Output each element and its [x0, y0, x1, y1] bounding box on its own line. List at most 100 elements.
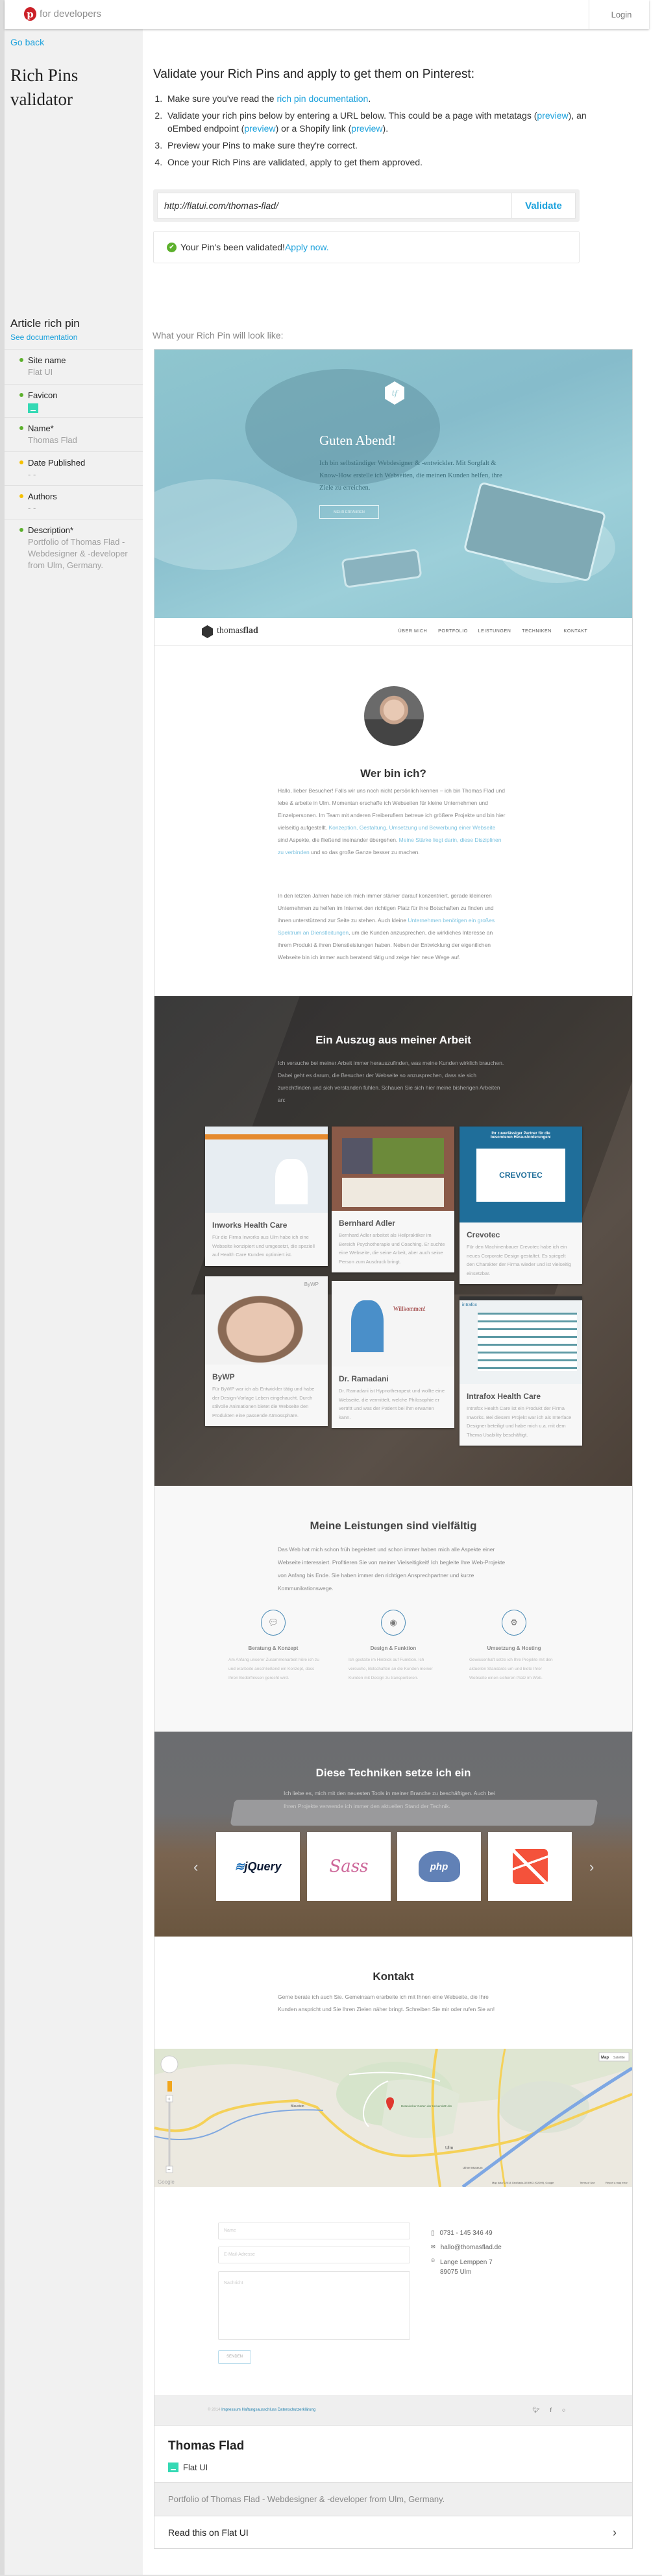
- url-input[interactable]: [157, 193, 511, 219]
- field-name: Name* Thomas Flad: [5, 417, 143, 451]
- card-title: Dr. Ramadani: [339, 1374, 389, 1383]
- preview-about: Wer bin ich? Hallo, lieber Besucher! Fal…: [154, 646, 632, 996]
- phone-shape: [341, 548, 423, 589]
- portfolio-thumbnail: Willkommen!: [332, 1281, 454, 1366]
- rich-pin-documentation-link[interactable]: rich pin documentation: [276, 93, 368, 104]
- eye-icon: ◉: [381, 1610, 406, 1636]
- main-heading: Validate your Rich Pins and apply to get…: [153, 67, 474, 81]
- tablet-shape: [463, 481, 607, 582]
- twitter-icon: 🐦︎: [532, 2407, 540, 2413]
- about-title: Wer bin ich?: [360, 767, 426, 780]
- card-title: Crevotec: [467, 1230, 500, 1239]
- footer-link: Impressum: [221, 2408, 241, 2412]
- thumb-text: Willkommen!: [393, 1306, 426, 1312]
- preview-hero: tf Guten Abend! Ich bin selbständiger We…: [154, 350, 632, 618]
- svg-text:+: +: [167, 2096, 171, 2102]
- card-text: Dr. Ramadani ist Hypnotherapeut und woll…: [339, 1388, 445, 1420]
- service-title: Beratung & Konzept: [248, 1645, 299, 1651]
- pinterest-developers-logo[interactable]: p for developers: [24, 7, 101, 21]
- logo-text: php: [418, 1851, 460, 1882]
- hero-title: Guten Abend!: [319, 433, 397, 448]
- email-text: hallo@thomasflad.de: [440, 2244, 502, 2251]
- portfolio-text: Ich versuche bei meiner Arbeit immer her…: [278, 1060, 504, 1103]
- name-field: Name: [218, 2223, 410, 2239]
- preview-nav-item: TECHNIKEN: [522, 629, 552, 634]
- preview-nav-item: ÜBER MICH: [398, 629, 428, 634]
- footer-link: Haftungsausschluss: [241, 2408, 277, 2412]
- field-value: Thomas Flad: [28, 435, 77, 445]
- oembed-preview-link[interactable]: preview: [244, 123, 275, 134]
- portfolio-thumbnail: Ihr zuverlässiger Partner für die besond…: [460, 1127, 582, 1222]
- field-authors: Authors - -: [5, 485, 143, 519]
- portfolio-card: intrafox Intrafox Health Care Intrafox Hea…: [460, 1296, 582, 1446]
- field-label: Date Published: [28, 458, 86, 468]
- carousel-next-icon: ›: [589, 1859, 595, 1875]
- login-button[interactable]: Login: [589, 0, 654, 29]
- pin-preview-image: tf Guten Abend! Ich bin selbständiger We…: [154, 349, 633, 2426]
- about-paragraph: In den letzten Jahren habe ich mich imme…: [278, 890, 506, 964]
- step-text: ) or a Shopify link (: [275, 123, 352, 134]
- street-view-icon: [167, 2081, 172, 2092]
- metatags-preview-link[interactable]: preview: [537, 110, 568, 121]
- step-text: Validate your rich pins below by enterin…: [167, 110, 537, 121]
- step-3: Preview your Pins to make sure they're c…: [165, 139, 587, 152]
- see-documentation-link[interactable]: See documentation: [10, 333, 77, 342]
- field-label: Favicon: [28, 390, 58, 400]
- field-value: Portfolio of Thomas Flad - Webdesigner &…: [28, 537, 128, 570]
- map-report: Report a map error: [606, 2181, 628, 2184]
- portfolio-thumbnail: intrafox: [460, 1296, 582, 1384]
- card-title: Inworks Health Care: [212, 1221, 288, 1230]
- shopify-preview-link[interactable]: preview: [351, 123, 382, 134]
- tf-logo-icon: [202, 625, 213, 638]
- map-label: Ulmer Museum: [463, 2166, 483, 2169]
- portfolio-title: Ein Auszug aus meiner Arbeit: [315, 1034, 471, 1046]
- footer-link: Datenschutzerklärung: [277, 2408, 316, 2412]
- send-button: SENDEN: [218, 2350, 251, 2364]
- portfolio-card: ByWP ByWP Für ByWP war ich als Entwickler …: [205, 1276, 328, 1426]
- field-site-name: Site name Flat UI: [5, 349, 143, 383]
- steps-list: Make sure you've read the rich pin docum…: [165, 92, 587, 173]
- validation-success-message: ✔ Your Pin's been validated! Apply now.: [153, 231, 580, 263]
- portfolio-card: Ihr zuverlässiger Partner für die besond…: [460, 1127, 582, 1284]
- email-info: ✉ hallo@thomasflad.de: [431, 2244, 502, 2251]
- status-dot-icon: [19, 393, 23, 397]
- preview-nav-item: LEISTUNGEN: [478, 629, 511, 634]
- service-text: Am Anfang unserer Zusammenarbeit höre ic…: [228, 1658, 319, 1680]
- step-text: Make sure you've read the: [167, 93, 277, 104]
- map-pan-control: [160, 2055, 178, 2073]
- card-text: Bernhard Adler arbeitet als Heilpraktike…: [339, 1232, 445, 1265]
- card-title: ByWP: [212, 1372, 235, 1381]
- favicon-icon: [168, 2463, 178, 2472]
- card-text: Intrafox Health Care ist ein Produkt der…: [467, 1405, 572, 1438]
- logo-text: Sass: [329, 1857, 369, 1876]
- page-edge: [0, 0, 5, 2576]
- go-back-link[interactable]: Go back: [10, 37, 44, 47]
- status-dot-icon: [19, 426, 23, 430]
- portfolio-thumbnail: [205, 1127, 328, 1213]
- gear-icon: ⚙: [502, 1610, 526, 1636]
- validate-button[interactable]: Validate: [511, 193, 576, 219]
- card-text: Für die Firma Inworks aus Ulm habe ich e…: [212, 1234, 315, 1258]
- preview-techniques: Diese Techniken setze ich ein Ich liebe …: [154, 1732, 632, 1937]
- phone-text: 0731 - 145 346 49: [439, 2230, 493, 2237]
- read-on-site-link[interactable]: Read this on Flat UI ›: [154, 2516, 632, 2549]
- field-label: Name*: [28, 423, 54, 433]
- portfolio-card: Bernhard Adler Bernhard Adler arbeitet al…: [332, 1127, 454, 1272]
- map-type-button: Map: [601, 2056, 609, 2060]
- service-title: Design & Funktion: [370, 1645, 417, 1651]
- hero-text: Ich bin selbständiger Webdesigner & -ent…: [319, 460, 502, 492]
- crevotec-logo: CREVOTEC: [476, 1149, 565, 1202]
- status-dot-icon: [19, 358, 23, 362]
- portfolio-thumbnail: ByWP: [205, 1276, 328, 1365]
- portfolio-thumbnail: [332, 1127, 454, 1211]
- brand-text: for developers: [40, 8, 102, 19]
- site-name: Flat UI: [183, 2463, 208, 2472]
- card-title: Bernhard Adler: [339, 1219, 395, 1228]
- php-logo: php: [397, 1832, 481, 1901]
- brand-light: thomas: [217, 626, 243, 636]
- services-text: Das Web hat mich schon früh begeistert u…: [278, 1546, 506, 1592]
- chevron-right-icon: ›: [613, 2525, 617, 2539]
- phone-info: ▯ 0731 - 145 346 49: [431, 2230, 493, 2237]
- apply-now-link[interactable]: Apply now.: [285, 242, 329, 252]
- thumb-text: ByWP: [304, 1282, 319, 1287]
